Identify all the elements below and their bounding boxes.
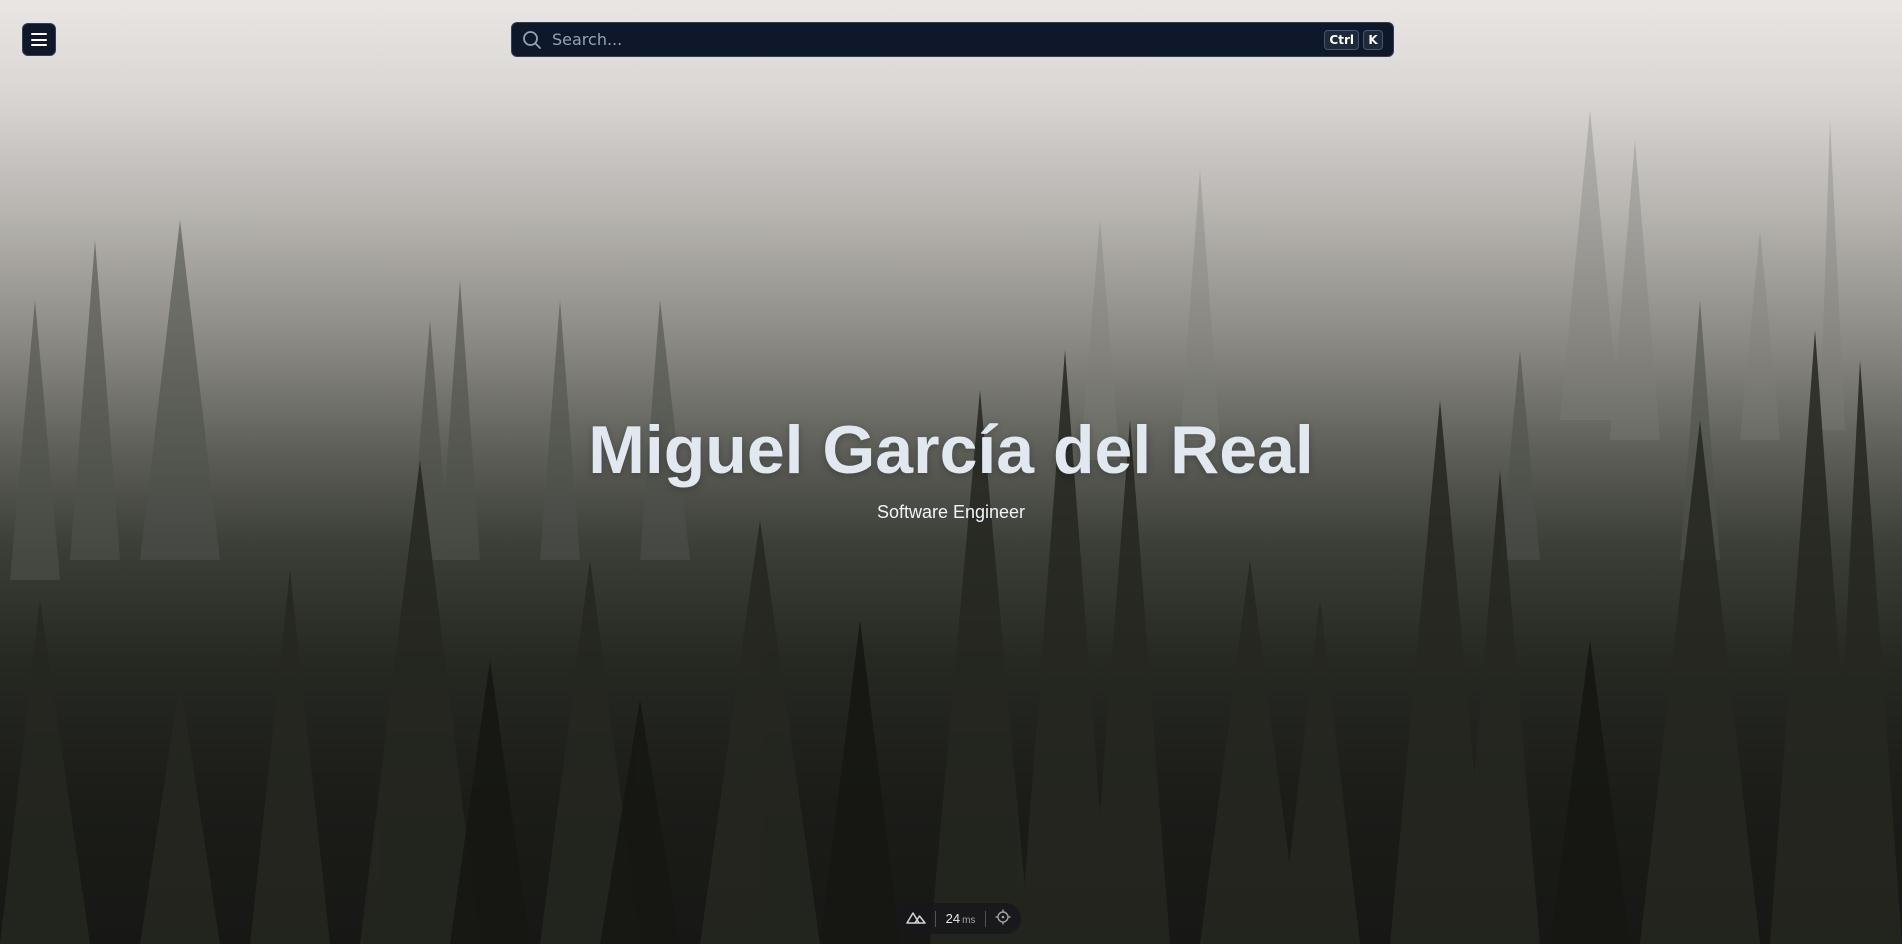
hero: Miguel García del Real Software Engineer: [0, 410, 1902, 523]
shortcut-key: K: [1363, 29, 1383, 50]
page-subtitle: Software Engineer: [876, 502, 1026, 522]
render-time: 24 ms: [945, 911, 976, 926]
devtools-bar[interactable]: 24 ms: [896, 903, 1021, 934]
hamburger-menu-icon: [31, 33, 47, 46]
menu-button[interactable]: [22, 23, 56, 56]
crosshair-icon[interactable]: [995, 909, 1011, 929]
nuxt-logo-icon[interactable]: [906, 909, 926, 928]
search-bar[interactable]: Ctrl K: [511, 22, 1394, 57]
search-input[interactable]: [552, 23, 1321, 56]
search-icon: [522, 29, 544, 51]
divider: [935, 910, 937, 927]
divider: [984, 910, 986, 927]
shortcut-modifier-key: Ctrl: [1324, 29, 1359, 50]
page-title: Miguel García del Real: [588, 412, 1314, 488]
